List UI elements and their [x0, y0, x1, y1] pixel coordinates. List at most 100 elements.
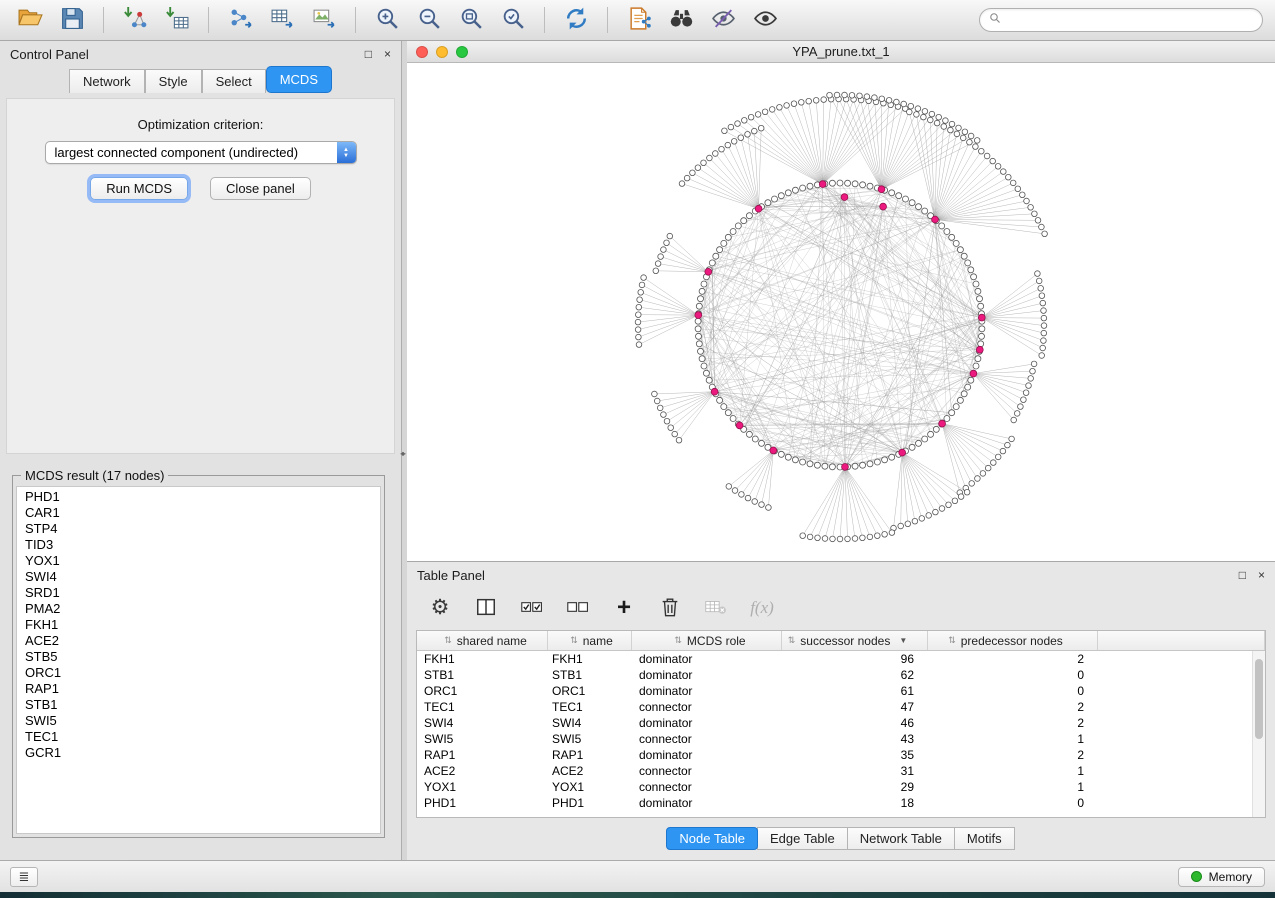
mcds-result-item[interactable]: ACE2	[17, 633, 380, 649]
tab-motifs[interactable]: Motifs	[954, 827, 1015, 850]
table-scrollbar[interactable]	[1252, 651, 1265, 817]
table-cell: 46	[782, 716, 928, 730]
delete-column-button[interactable]	[657, 593, 683, 623]
table-cell: 18	[782, 796, 928, 810]
scrollbar-thumb[interactable]	[1255, 659, 1263, 739]
columns-icon	[475, 596, 497, 621]
mcds-result-item[interactable]: SWI5	[17, 713, 380, 729]
column-header-shared-name[interactable]: ⇅shared name	[417, 631, 548, 650]
zoom-fit-button[interactable]	[453, 4, 489, 36]
table-cell: TEC1	[548, 700, 632, 714]
tab-select[interactable]: Select	[202, 69, 266, 93]
mcds-result-item[interactable]: SRD1	[17, 585, 380, 601]
mcds-result-item[interactable]: CAR1	[17, 505, 380, 521]
table-cell: FKH1	[417, 652, 548, 666]
float-panel-icon[interactable]: □	[365, 48, 372, 60]
mcds-result-item[interactable]: STB1	[17, 697, 380, 713]
run-mcds-button[interactable]: Run MCDS	[90, 177, 188, 200]
select-all-icon	[521, 596, 543, 621]
close-panel-icon[interactable]: ×	[1258, 569, 1265, 581]
mcds-result-item[interactable]: RAP1	[17, 681, 380, 697]
table-row[interactable]: SWI4SWI4dominator462	[417, 715, 1252, 731]
zoom-selected-button[interactable]	[495, 4, 531, 36]
node-table-body[interactable]: FKH1FKH1dominator962STB1STB1dominator620…	[417, 651, 1252, 817]
save-session-button[interactable]	[54, 4, 90, 36]
add-column-button[interactable]: +	[611, 593, 637, 623]
mcds-result-item[interactable]: PMA2	[17, 601, 380, 617]
hide-graphics-details-button[interactable]	[705, 4, 741, 36]
import-network-button[interactable]	[117, 4, 153, 36]
mcds-result-item[interactable]: STP4	[17, 521, 380, 537]
search-input[interactable]	[1006, 13, 1253, 27]
table-row[interactable]: TEC1TEC1connector472	[417, 699, 1252, 715]
control-panel-tabs: Network Style Select MCDS	[0, 67, 401, 93]
column-header-successor-nodes[interactable]: ⇅successor nodes▼	[782, 631, 928, 650]
control-panel-title: Control Panel	[10, 47, 89, 62]
table-row[interactable]: FKH1FKH1dominator962	[417, 651, 1252, 667]
desktop-wallpaper-strip	[0, 892, 1275, 898]
share-document-button[interactable]	[621, 4, 657, 36]
window-minimize-light[interactable]	[436, 46, 448, 58]
tab-node-table[interactable]: Node Table	[666, 827, 758, 850]
control-panel-titlebar: Control Panel □ ×	[0, 41, 401, 67]
menu-button[interactable]: ≣	[10, 867, 38, 887]
toolbar-separator	[607, 7, 608, 33]
table-cell: dominator	[632, 748, 782, 762]
table-row[interactable]: PHD1PHD1dominator180	[417, 795, 1252, 811]
toolbar-separator	[544, 7, 545, 33]
memory-button[interactable]: Memory	[1178, 867, 1265, 887]
tab-network-table[interactable]: Network Table	[847, 827, 955, 850]
table-row[interactable]: ACE2ACE2connector311	[417, 763, 1252, 779]
mcds-result-item[interactable]: ORC1	[17, 665, 380, 681]
status-bar: ≣ Memory	[0, 860, 1275, 892]
table-row[interactable]: YOX1YOX1connector291	[417, 779, 1252, 795]
optimization-criterion-select[interactable]: largest connected component (undirected)…	[45, 141, 357, 164]
tab-style[interactable]: Style	[145, 69, 202, 93]
mcds-result-item[interactable]: FKH1	[17, 617, 380, 633]
float-panel-icon[interactable]: □	[1239, 569, 1246, 581]
column-header-mcds-role[interactable]: ⇅MCDS role	[632, 631, 782, 650]
table-cell: 2	[928, 700, 1098, 714]
column-header-predecessor-nodes[interactable]: ⇅predecessor nodes	[928, 631, 1098, 650]
close-panel-button[interactable]: Close panel	[210, 177, 311, 200]
find-button[interactable]	[663, 4, 699, 36]
zoom-fit-icon	[459, 6, 484, 34]
table-row[interactable]: RAP1RAP1dominator352	[417, 747, 1252, 763]
table-row[interactable]: ORC1ORC1dominator610	[417, 683, 1252, 699]
table-cell: SWI5	[548, 732, 632, 746]
show-graphics-details-button[interactable]	[747, 4, 783, 36]
mcds-result-item[interactable]: GCR1	[17, 745, 380, 761]
import-table-button[interactable]	[159, 4, 195, 36]
mcds-result-item[interactable]: PHD1	[17, 489, 380, 505]
zoom-in-button[interactable]	[369, 4, 405, 36]
table-row[interactable]: SWI5SWI5connector431	[417, 731, 1252, 747]
mcds-result-item[interactable]: SWI4	[17, 569, 380, 585]
mcds-result-item[interactable]: TEC1	[17, 729, 380, 745]
open-file-button[interactable]	[12, 4, 48, 36]
deselect-all-button[interactable]	[565, 593, 591, 623]
tab-mcds[interactable]: MCDS	[266, 66, 332, 93]
column-header-name[interactable]: ⇅name	[548, 631, 632, 650]
close-panel-icon[interactable]: ×	[384, 48, 391, 60]
search-box[interactable]	[979, 8, 1263, 32]
table-settings-button[interactable]: ⚙	[427, 593, 453, 623]
mcds-result-list[interactable]: PHD1CAR1STP4TID3YOX1SWI4SRD1PMA2FKH1ACE2…	[16, 486, 381, 834]
table-row[interactable]: STB1STB1dominator620	[417, 667, 1252, 683]
mcds-result-item[interactable]: TID3	[17, 537, 380, 553]
export-table-button[interactable]	[264, 4, 300, 36]
tab-network[interactable]: Network	[69, 69, 145, 93]
memory-label: Memory	[1209, 870, 1252, 884]
select-all-button[interactable]	[519, 593, 545, 623]
refresh-button[interactable]	[558, 4, 594, 36]
window-zoom-light[interactable]	[456, 46, 468, 58]
window-close-light[interactable]	[416, 46, 428, 58]
table-cell: ORC1	[417, 684, 548, 698]
export-image-button[interactable]	[306, 4, 342, 36]
share-network-button[interactable]	[222, 4, 258, 36]
mcds-result-item[interactable]: YOX1	[17, 553, 380, 569]
column-visibility-button[interactable]	[473, 593, 499, 623]
network-canvas[interactable]	[407, 63, 1275, 561]
zoom-out-button[interactable]	[411, 4, 447, 36]
mcds-result-item[interactable]: STB5	[17, 649, 380, 665]
tab-edge-table[interactable]: Edge Table	[757, 827, 848, 850]
